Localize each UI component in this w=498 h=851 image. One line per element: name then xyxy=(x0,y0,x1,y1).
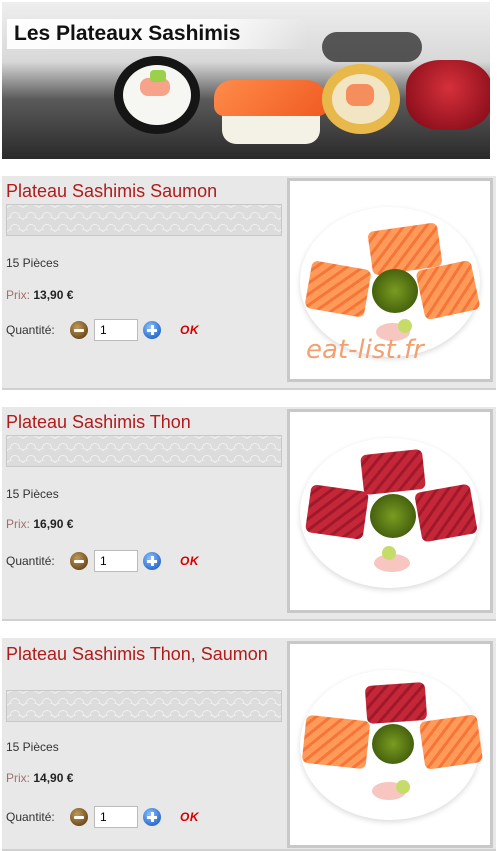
product-card: Plateau Sashimis Saumon 15 Pièces Prix: … xyxy=(2,176,496,390)
product-title[interactable]: Plateau Sashimis Thon xyxy=(6,411,282,434)
price-value: 13,90 € xyxy=(33,288,74,302)
salmon-nigiri-image xyxy=(214,74,330,144)
quantity-label: Quantité: xyxy=(6,810,55,824)
quantity-label: Quantité: xyxy=(6,323,55,337)
price-label: Prix: xyxy=(6,517,30,531)
wave-divider xyxy=(6,204,282,236)
plus-circle-icon[interactable] xyxy=(143,321,161,339)
page-title: Les Plateaux Sashimis xyxy=(7,19,307,49)
price-label: Prix: xyxy=(6,771,30,785)
product-card: Plateau Sashimis Thon, Saumon 15 Pièces … xyxy=(2,638,496,851)
price-row: Prix: 16,90 € xyxy=(6,517,73,531)
price-value: 16,90 € xyxy=(33,517,74,531)
wave-divider xyxy=(6,435,282,467)
price-value: 14,90 € xyxy=(33,771,74,785)
quantity-label: Quantité: xyxy=(6,554,55,568)
quantity-input[interactable] xyxy=(94,806,138,828)
plus-circle-icon[interactable] xyxy=(143,808,161,826)
product-photo[interactable]: eat-list.fr xyxy=(287,178,493,382)
quantity-input[interactable] xyxy=(94,550,138,572)
product-title[interactable]: Plateau Sashimis Thon, Saumon xyxy=(6,643,282,666)
red-sushi-image xyxy=(406,60,490,130)
product-photo[interactable] xyxy=(287,409,493,613)
minus-circle-icon[interactable] xyxy=(70,808,88,826)
background-roll-image xyxy=(322,32,422,62)
product-photo[interactable] xyxy=(287,641,493,848)
pieces-count: 15 Pièces xyxy=(6,487,59,501)
egg-roll-image xyxy=(322,64,400,134)
pieces-count: 15 Pièces xyxy=(6,256,59,270)
minus-circle-icon[interactable] xyxy=(70,321,88,339)
product-title[interactable]: Plateau Sashimis Saumon xyxy=(6,180,282,203)
ok-button[interactable]: OK xyxy=(180,323,199,337)
plus-circle-icon[interactable] xyxy=(143,552,161,570)
product-card: Plateau Sashimis Thon 15 Pièces Prix: 16… xyxy=(2,407,496,621)
wave-divider xyxy=(6,690,282,722)
maki-roll-image xyxy=(114,56,200,134)
price-row: Prix: 14,90 € xyxy=(6,771,73,785)
minus-circle-icon[interactable] xyxy=(70,552,88,570)
category-banner: Les Plateaux Sashimis xyxy=(2,2,490,159)
quantity-input[interactable] xyxy=(94,319,138,341)
pieces-count: 15 Pièces xyxy=(6,740,59,754)
ok-button[interactable]: OK xyxy=(180,554,199,568)
price-label: Prix: xyxy=(6,288,30,302)
price-row: Prix: 13,90 € xyxy=(6,288,73,302)
ok-button[interactable]: OK xyxy=(180,810,199,824)
watermark-logo: eat-list.fr xyxy=(306,335,424,365)
